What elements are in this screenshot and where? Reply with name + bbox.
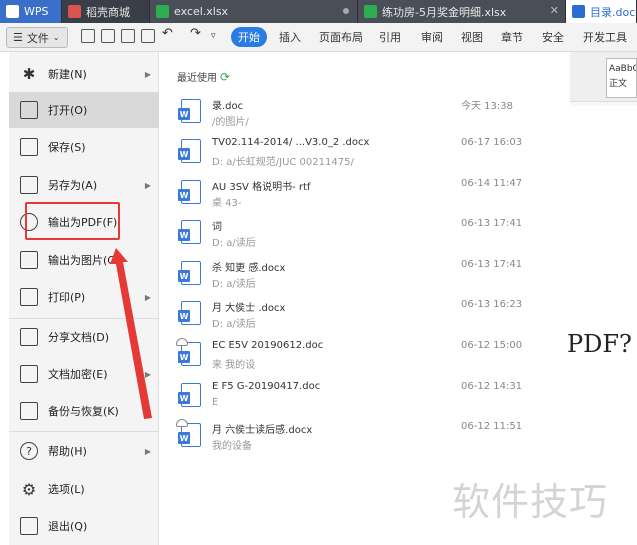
arrow-shape <box>110 248 152 419</box>
watermark-text: 软件技巧 <box>452 480 609 524</box>
red-arrow-annotation <box>110 248 152 419</box>
